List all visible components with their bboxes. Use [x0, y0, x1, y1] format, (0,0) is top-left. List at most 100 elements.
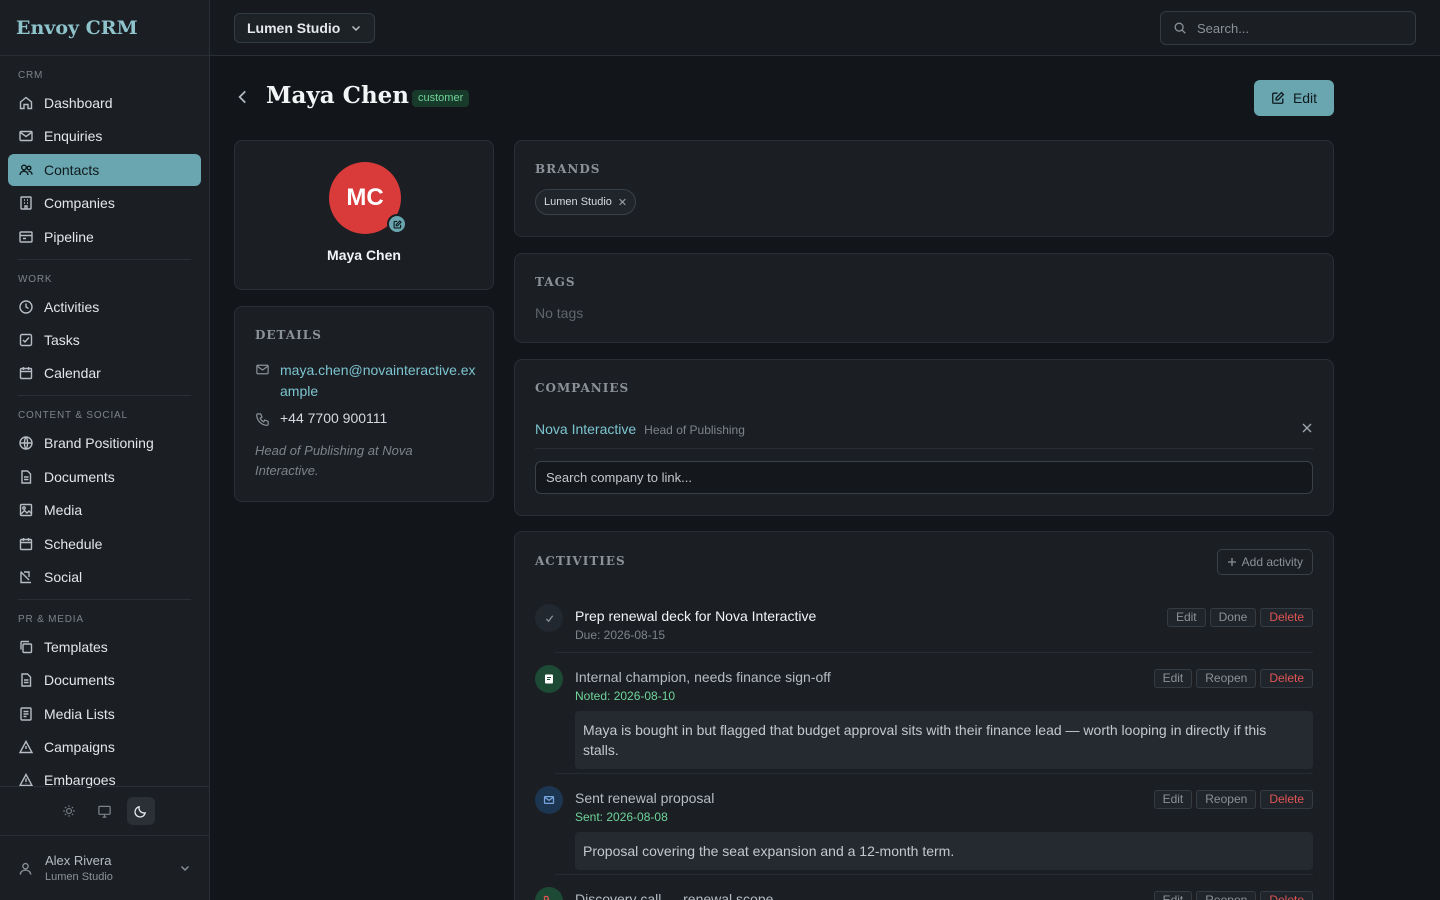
- nav-section-label: CONTENT & SOCIAL: [18, 410, 128, 422]
- brands-card: BRANDS Lumen Studio ✕: [514, 140, 1334, 237]
- activity-title: Prep renewal deck for Nova Interactive: [575, 608, 817, 624]
- document-icon: [18, 469, 34, 485]
- edit-contact-button[interactable]: Edit: [1254, 80, 1334, 116]
- divider: [555, 874, 1313, 875]
- sidebar-item-calendar[interactable]: Calendar: [8, 357, 201, 389]
- activity-status-toggle[interactable]: [535, 665, 563, 693]
- sidebar-item-label: Brand Positioning: [44, 435, 154, 452]
- sidebar-item-contacts[interactable]: Contacts: [8, 153, 201, 186]
- profile-name: Maya Chen: [327, 247, 401, 263]
- divider: [555, 773, 1313, 774]
- nav-section-label: WORK: [18, 273, 53, 285]
- email-link[interactable]: maya.chen@novainteractive.example: [280, 360, 476, 402]
- sidebar-item-pipeline[interactable]: Pipeline: [8, 221, 201, 253]
- details-card: DETAILS maya.chen@novainteractive.exampl…: [234, 306, 494, 502]
- sidebar-item-campaigns[interactable]: Campaigns: [8, 731, 201, 763]
- sidebar-item-templates[interactable]: Templates: [8, 631, 201, 663]
- sidebar-item-activities[interactable]: Activities: [8, 291, 201, 323]
- reopen-activity-button[interactable]: Reopen: [1196, 790, 1257, 809]
- search-icon: [1173, 21, 1187, 35]
- company-link[interactable]: Nova Interactive: [535, 421, 636, 437]
- activity-status-toggle[interactable]: [535, 604, 563, 632]
- divider: [555, 652, 1313, 653]
- card-title: TAGS: [535, 275, 576, 289]
- edit-activity-button[interactable]: Edit: [1153, 790, 1193, 809]
- activity-item: Internal champion, needs finance sign-of…: [535, 663, 1313, 769]
- edit-activity-button[interactable]: Edit: [1166, 608, 1206, 627]
- activity-item: Prep renewal deck for Nova Interactive D…: [535, 602, 1313, 652]
- empty-tags-text: No tags: [535, 305, 584, 321]
- back-arrow-icon[interactable]: [234, 88, 252, 106]
- sidebar-item-media-lists[interactable]: Media Lists: [8, 698, 201, 730]
- activity-title: Sent renewal proposal: [575, 790, 715, 806]
- theme-dark-button[interactable]: [126, 797, 155, 825]
- activity-body: Proposal covering the seat expansion and…: [575, 832, 1313, 870]
- activity-date: Sent: 2026-08-08: [575, 810, 668, 824]
- activity-status-toggle[interactable]: [535, 887, 563, 900]
- card-title: COMPANIES: [535, 381, 630, 395]
- contact-note: Head of Publishing at Nova Interactive.: [255, 443, 413, 478]
- global-search: [1160, 11, 1416, 45]
- nav-section-label: CRM: [18, 70, 44, 81]
- moon-icon: [133, 804, 148, 819]
- company-search-input[interactable]: [535, 461, 1313, 494]
- phone-row: +44 7700 900111: [255, 410, 387, 427]
- search-input[interactable]: [1197, 20, 1397, 36]
- sidebar-item-media[interactable]: Media: [8, 494, 201, 526]
- document-icon: [18, 672, 34, 688]
- reopen-activity-button[interactable]: Reopen: [1196, 669, 1257, 688]
- unlink-company-icon[interactable]: [1301, 422, 1313, 434]
- avatar-edit-button[interactable]: [387, 214, 407, 234]
- user-menu[interactable]: Alex Rivera Lumen Studio: [0, 836, 209, 900]
- theme-system-button[interactable]: [91, 797, 119, 825]
- activity-item: Sent renewal proposal Sent: 2026-08-08 E…: [535, 784, 1313, 870]
- sidebar-item-brand-positioning[interactable]: Brand Positioning: [8, 427, 201, 459]
- tags-card: TAGS No tags: [514, 253, 1334, 343]
- sidebar-item-tasks[interactable]: Tasks: [8, 324, 201, 356]
- activity-actions: Edit Reopen Delete: [1153, 790, 1313, 809]
- remove-brand-button[interactable]: ✕: [618, 196, 627, 209]
- card-title: ACTIVITIES: [535, 554, 626, 568]
- sidebar-item-label: Media: [44, 502, 83, 519]
- delete-activity-button[interactable]: Delete: [1260, 790, 1313, 809]
- edit-activity-button[interactable]: Edit: [1153, 891, 1193, 900]
- brand-selector[interactable]: Lumen Studio: [234, 13, 376, 43]
- sidebar-item-companies[interactable]: Companies: [8, 187, 201, 219]
- sidebar-item-label: Activities: [44, 298, 100, 315]
- chevron-down-icon: [179, 862, 191, 874]
- topbar: Lumen Studio: [210, 0, 1440, 56]
- done-activity-button[interactable]: Done: [1209, 608, 1257, 627]
- user-icon: [18, 861, 33, 876]
- brand-chip: Lumen Studio ✕: [535, 189, 637, 215]
- reopen-activity-button[interactable]: Reopen: [1196, 891, 1257, 900]
- brand-selector-label: Lumen Studio: [247, 20, 341, 36]
- activity-status-toggle[interactable]: [535, 786, 563, 814]
- delete-activity-button[interactable]: Delete: [1260, 608, 1313, 627]
- companies-card: COMPANIES Nova Interactive Head of Publi…: [514, 359, 1334, 516]
- add-activity-button[interactable]: Add activity: [1216, 549, 1313, 575]
- edit-activity-button[interactable]: Edit: [1153, 669, 1193, 688]
- sidebar-item-dashboard[interactable]: Dashboard: [8, 87, 201, 119]
- sidebar-nav: CRM Dashboard Enquiries Contacts Compani…: [0, 56, 209, 796]
- app-logo[interactable]: Envoy CRM: [0, 0, 209, 56]
- mail-icon: [255, 362, 270, 377]
- sidebar-item-label: Templates: [44, 638, 108, 655]
- list-icon: [18, 706, 34, 722]
- card-title: BRANDS: [535, 162, 601, 176]
- sidebar-item-enquiries[interactable]: Enquiries: [8, 120, 201, 152]
- sidebar-item-label: Media Lists: [44, 705, 115, 722]
- delete-activity-button[interactable]: Delete: [1260, 891, 1313, 900]
- activity-due: Due: 2026-08-15: [575, 628, 666, 642]
- sidebar-item-documents[interactable]: Documents: [8, 461, 201, 493]
- delete-activity-button[interactable]: Delete: [1260, 669, 1313, 688]
- theme-light-button[interactable]: [55, 797, 83, 825]
- home-icon: [18, 95, 34, 111]
- sidebar: Envoy CRM CRM Dashboard Enquiries Contac…: [0, 0, 210, 900]
- sidebar-item-label: Enquiries: [44, 128, 103, 145]
- phone-number[interactable]: +44 7700 900111: [280, 410, 387, 426]
- sidebar-item-pr-documents[interactable]: Documents: [8, 664, 201, 696]
- sidebar-item-schedule[interactable]: Schedule: [8, 528, 201, 560]
- image-icon: [18, 502, 34, 518]
- card-title: DETAILS: [255, 328, 322, 342]
- sidebar-item-social[interactable]: Social: [8, 561, 201, 593]
